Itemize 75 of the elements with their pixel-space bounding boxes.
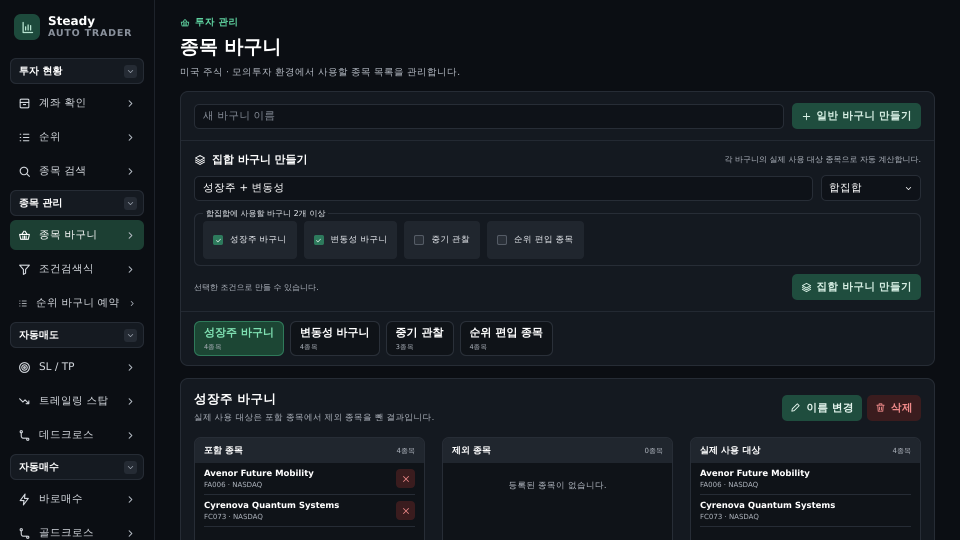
detail-description: 실제 사용 대상은 포함 종목에서 제외 종목을 뺀 결과입니다. [194,412,434,424]
basket-option[interactable]: 순위 편입 종목 [487,221,584,259]
remove-button[interactable] [396,469,415,488]
nav-group-header[interactable]: 투자 현황 [10,58,144,84]
chevron-icon [124,328,137,342]
list-title: 실제 사용 대상 [700,445,760,457]
stock-name: Cyrenova Quantum Systems [204,500,340,510]
list-title: 제외 종목 [452,445,492,457]
nav-item[interactable]: 종목 검색 [10,156,144,186]
basket-option[interactable]: 성장주 바구니 [203,221,297,259]
close-icon [400,474,410,484]
trash-icon [875,402,886,413]
nav-item[interactable]: 종목 바구니 [10,220,144,250]
chevron-icon [124,460,137,474]
basket-option[interactable]: 중기 관찰 [404,221,480,259]
list-title: 포함 종목 [204,445,244,457]
nav-group-header[interactable]: 종목 관리 [10,190,144,216]
section-note: 각 바구니의 실제 사용 대상 종목으로 자동 계산합니다. [724,154,921,165]
empty-message: 등록된 종목이 없습니다. [507,480,608,492]
filter-icon [18,262,31,276]
nav-item[interactable]: 순위 [10,122,144,152]
branch-icon [18,526,31,540]
nav-item[interactable]: 트레일링 스탑 [10,386,144,416]
checkbox[interactable] [414,235,424,245]
stock-name: Cyrenova Quantum Systems [700,500,836,510]
nav-item[interactable]: 골드크로스 [10,518,144,540]
nav-group-header[interactable]: 자동매도 [10,322,144,348]
checkbox[interactable] [213,235,223,245]
basket-option[interactable]: 변동성 바구니 [304,221,398,259]
page-title: 종목 바구니 [180,35,283,60]
checkbox[interactable] [497,235,508,245]
branch-icon [18,428,31,442]
wallet-icon [18,96,31,110]
plus-icon [800,110,812,122]
checkbox[interactable] [314,235,324,245]
nav-item[interactable]: 바로매수 [10,484,144,514]
lightning-icon [18,492,31,506]
list-icon [18,130,31,144]
app-name: Steady [48,14,96,28]
check-icon [315,236,322,244]
nav-item[interactable]: 순위 바구니 예약 [10,288,144,318]
section-title: 집합 바구니 만들기 [212,152,308,167]
options-legend: 합집합에 사용할 바구니 2개 이상 [203,208,328,219]
rename-button[interactable]: 이름 변경 [782,394,862,420]
nav-group-header[interactable]: 자동매수 [10,454,144,480]
stock-name: Avenor Future Mobility [700,468,810,478]
chevron-icon [124,64,137,78]
layers-icon [800,282,812,292]
operation-select[interactable]: 합집합 [821,175,921,201]
target-icon [18,360,31,374]
basket-icon [180,18,190,28]
app-subtitle: AUTO TRADER [48,28,132,40]
layers-icon [194,154,206,166]
chevron-icon [124,196,137,210]
nav-item[interactable]: SL / TP [10,352,144,382]
remove-button[interactable] [396,501,415,520]
create-combo-button[interactable]: 집합 바구니 만들기 [792,274,921,300]
stock-name: Avenor Future Mobility [204,468,314,478]
basket-name-field[interactable]: 새 바구니 이름 [194,104,784,128]
check-icon [214,236,222,244]
detail-title: 성장주 바구니 [194,391,278,408]
nav-item[interactable]: 데드크로스 [10,420,144,450]
nav-item[interactable]: 계좌 확인 [10,88,144,118]
breadcrumb[interactable]: 투자 관리 [195,16,238,29]
search-icon [18,164,31,178]
close-icon [400,506,410,516]
basket-icon [18,228,31,242]
app-logo [14,14,40,40]
page-description: 미국 주식 · 모의투자 환경에서 사용할 종목 목록을 관리합니다. [180,66,462,79]
combo-name-field[interactable]: 성장주 + 변동성 [194,176,813,200]
create-basket-button[interactable]: 일반 바구니 만들기 [792,103,921,129]
nav-item[interactable]: 조건검색식 [10,254,144,284]
delete-button[interactable]: 삭제 [867,394,921,420]
combo-hint: 선택한 조건으로 만들 수 있습니다. [194,282,319,292]
pencil-icon [790,402,802,413]
